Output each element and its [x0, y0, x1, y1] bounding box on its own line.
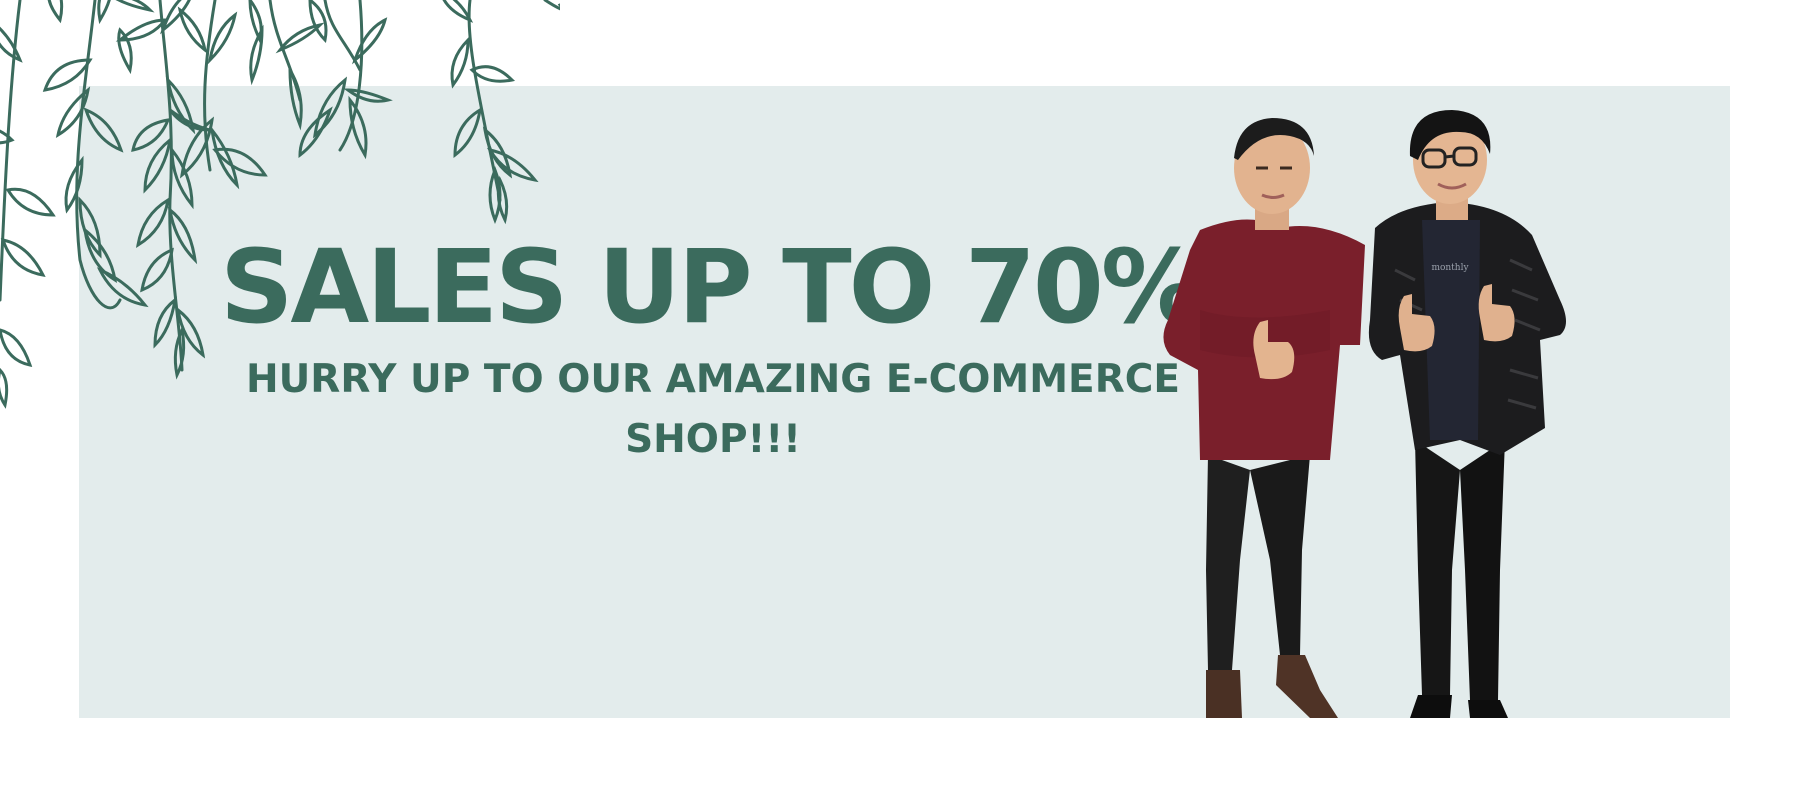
sale-headline: SALES UP TO 70%	[219, 228, 1203, 347]
people-photo: monthly	[1163, 110, 1566, 718]
person-right: monthly	[1368, 110, 1566, 718]
person-left	[1163, 118, 1365, 718]
sale-banner: SALES UP TO 70% HURRY UP TO OUR AMAZING …	[0, 0, 1800, 800]
shirt-print: monthly	[1431, 263, 1469, 273]
sale-subheadline: HURRY UP TO OUR AMAZING E-COMMERCE SHOP!…	[245, 357, 1180, 462]
